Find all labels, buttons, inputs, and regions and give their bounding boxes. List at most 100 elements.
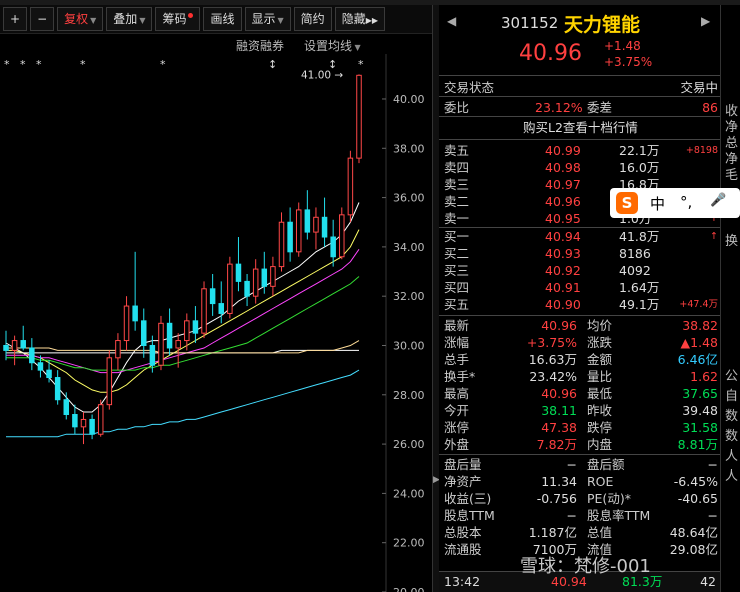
- stat-value: −: [566, 457, 577, 472]
- stat-label: 涨幅: [444, 335, 470, 350]
- display-button[interactable]: 显示 ▼: [244, 7, 291, 31]
- last-price: 40.96: [519, 41, 582, 66]
- overlay-button[interactable]: 叠加 ▼: [106, 7, 153, 31]
- order-volume: 49.1万: [619, 297, 660, 312]
- dropdown-arrow-icon: ▼: [139, 16, 146, 25]
- stat-value: 6.46亿: [677, 352, 718, 367]
- adjust-button[interactable]: 复权 ▼: [57, 7, 104, 31]
- stat-value: −: [566, 508, 577, 523]
- divider: [439, 454, 720, 455]
- side-tab-char[interactable]: 数: [725, 405, 738, 424]
- chart-toolbar: + − 复权 ▼ 叠加 ▼ 筹码 画线 显示 ▼ 简约 隐藏▶▶: [0, 5, 432, 34]
- y-tick-label: 34.00: [393, 241, 425, 254]
- change-value: +1.48: [604, 39, 641, 53]
- candle-body: [201, 288, 207, 334]
- stat-row: 涨停 47.38 跌停 31.58: [439, 419, 720, 436]
- order-price: 40.99: [545, 143, 581, 158]
- side-tab-char[interactable]: 自: [725, 385, 738, 404]
- ime-toolbar[interactable]: S 中 °, 🎤: [610, 188, 740, 218]
- candle-body: [270, 266, 276, 287]
- microphone-icon[interactable]: 🎤: [710, 193, 726, 208]
- stat-label: 股息率TTM: [587, 508, 651, 523]
- high-price-label: 41.00 →: [301, 69, 343, 81]
- hide-button[interactable]: 隐藏▶▶: [334, 7, 386, 31]
- event-marker[interactable]: *: [36, 58, 42, 71]
- order-volume: 4092: [619, 263, 651, 278]
- side-tab-char[interactable]: 人: [725, 465, 738, 484]
- candle-body: [261, 268, 268, 287]
- stat-label: 金额: [587, 352, 613, 367]
- y-tick-label: 24.00: [393, 487, 425, 500]
- candle-body: [106, 357, 113, 406]
- stat-label: PE(动)*: [587, 491, 631, 506]
- stat-value: -40.65: [677, 491, 718, 506]
- margin-trading-link[interactable]: 融资融券: [236, 37, 284, 54]
- stat-label: 流通股: [444, 542, 482, 557]
- order-delta: +8198: [685, 145, 718, 156]
- ma-line: [6, 229, 360, 393]
- y-tick-label: 30.00: [393, 339, 425, 352]
- side-tab-char[interactable]: 数: [725, 425, 738, 444]
- order-row: 卖五 40.99 22.1万 +8198: [439, 142, 720, 159]
- ma-setting-link[interactable]: 设置均线 ▼: [304, 37, 361, 54]
- next-stock-icon[interactable]: ▶: [701, 14, 710, 28]
- event-marker[interactable]: ↕: [268, 58, 277, 71]
- ime-chinese-toggle[interactable]: 中: [650, 193, 665, 214]
- buy-orders: 买一 40.94 41.8万 ↑ 买二 40.93 8186 买三 40.92 4092 买四 40.…: [439, 228, 720, 313]
- stat-row: 盘后量 − 盘后额 −: [439, 456, 720, 473]
- candle-body: [89, 418, 95, 435]
- simple-button[interactable]: 简约: [293, 7, 332, 31]
- side-tab-strip[interactable]: 收净总净毛换公自数数人人: [720, 5, 740, 592]
- punctuation-icon[interactable]: °,: [680, 193, 692, 211]
- order-delta: +47.4万: [679, 299, 718, 310]
- stat-value: -0.756: [536, 491, 577, 506]
- stat-value: 8.81万: [677, 437, 718, 452]
- side-tab-char[interactable]: 公: [725, 365, 738, 384]
- draw-line-button[interactable]: 画线: [203, 7, 242, 31]
- side-tab-char[interactable]: 人: [725, 445, 738, 464]
- event-marker[interactable]: *: [160, 58, 166, 71]
- zoom-out-button[interactable]: −: [30, 7, 55, 31]
- event-marker[interactable]: *: [358, 58, 364, 71]
- stat-value: 1.187亿: [528, 525, 577, 540]
- order-volume: 22.1万: [619, 143, 660, 158]
- stat-label: 昨收: [587, 403, 613, 418]
- side-tab-char[interactable]: 换: [725, 230, 738, 249]
- event-marker[interactable]: *: [80, 58, 86, 71]
- stat-label: 最新: [444, 318, 470, 333]
- status-row: 交易状态 交易中: [439, 79, 720, 96]
- candle-body: [29, 347, 35, 364]
- stat-label: 跌停: [587, 420, 613, 435]
- prev-stock-icon[interactable]: ◀: [447, 14, 456, 28]
- notification-dot-icon: [188, 13, 194, 18]
- candle-body: [97, 404, 104, 435]
- candle-body: [3, 344, 9, 351]
- l2-link[interactable]: 购买L2查看十档行情: [523, 119, 638, 136]
- candlestick-chart[interactable]: 20.00 22.00 24.00 26.00 28.00 30.00 32.00 34.00…: [0, 54, 432, 592]
- stat-value: 11.34: [541, 474, 577, 489]
- candle-body: [278, 221, 285, 268]
- candle-body: [287, 221, 293, 253]
- event-marker[interactable]: *: [20, 58, 26, 71]
- stat-label: 盘后量: [444, 457, 482, 472]
- candle-body: [11, 340, 18, 351]
- order-label: 买三: [444, 263, 470, 278]
- order-label: 卖五: [444, 143, 470, 158]
- order-volume: 1.64万: [619, 280, 660, 295]
- order-price: 40.95: [545, 211, 581, 226]
- stat-label: 换手*: [444, 369, 476, 384]
- tick-time: 13:42: [444, 574, 481, 589]
- stat-label: 涨停: [444, 420, 470, 435]
- stat-value: 23.42%: [529, 369, 577, 384]
- event-marker[interactable]: *: [4, 58, 10, 71]
- stat-row: 涨幅 +3.75% 涨跌 ▲1.48: [439, 334, 720, 351]
- order-price: 40.93: [545, 246, 581, 261]
- candle-body: [321, 216, 328, 238]
- chip-button[interactable]: 筹码: [155, 7, 201, 31]
- order-label: 卖一: [444, 211, 470, 226]
- candle-body: [175, 340, 181, 349]
- side-tab-char[interactable]: 毛: [725, 164, 738, 183]
- zoom-in-button[interactable]: +: [3, 7, 28, 31]
- stat-value: −: [707, 508, 718, 523]
- candle-body: [132, 305, 138, 322]
